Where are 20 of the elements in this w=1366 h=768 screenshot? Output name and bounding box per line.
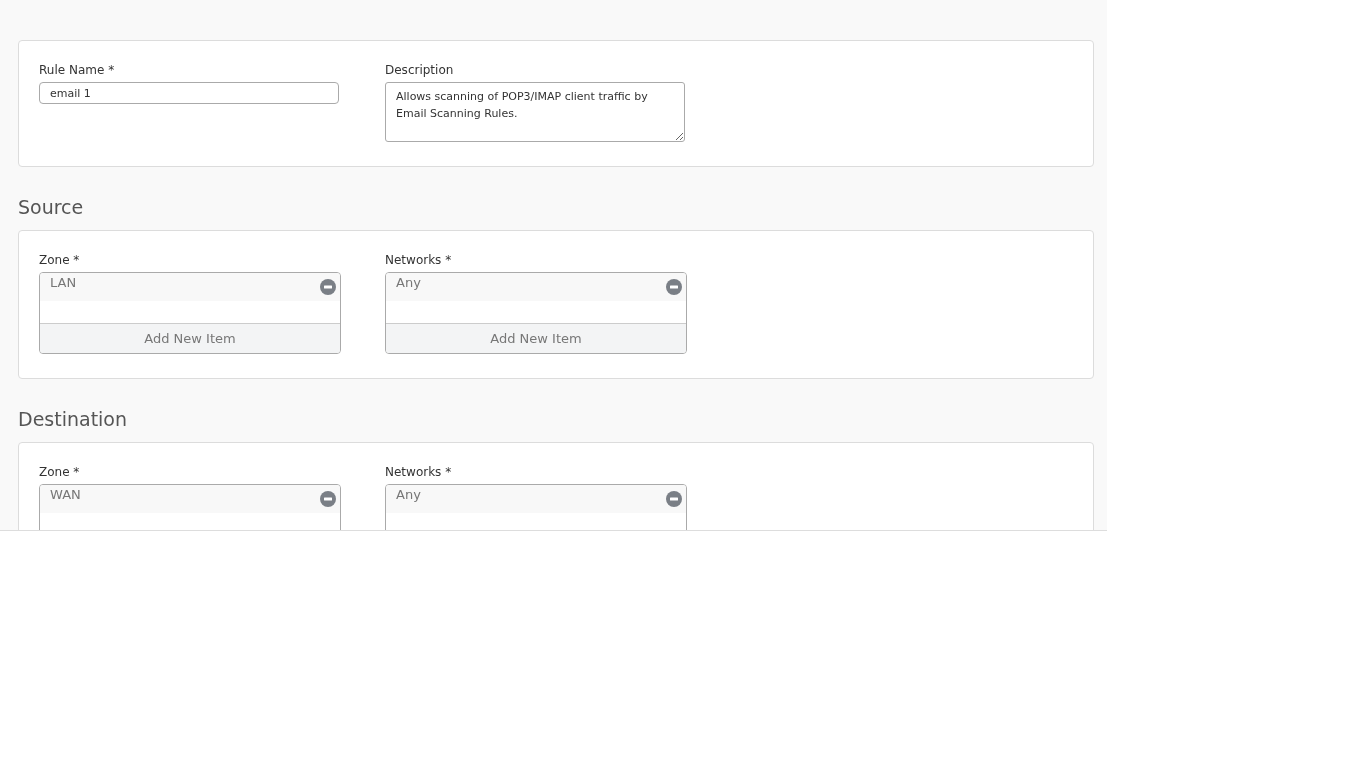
add-item-button[interactable]: Add New Item bbox=[386, 323, 686, 353]
field-label: Networks * bbox=[385, 253, 453, 267]
remove-icon[interactable] bbox=[666, 279, 682, 295]
field-label: Zone * bbox=[39, 465, 81, 479]
remove-icon[interactable] bbox=[666, 491, 682, 507]
field-label: Description bbox=[385, 63, 455, 77]
add-item-button[interactable]: Add New Item bbox=[40, 323, 340, 353]
list-item[interactable]: Any bbox=[386, 273, 686, 301]
rule-name-field[interactable]: email 1 bbox=[39, 82, 339, 104]
list-item[interactable]: Any bbox=[386, 485, 686, 513]
section-heading: Source bbox=[18, 195, 85, 219]
list-item[interactable]: LAN bbox=[40, 273, 340, 301]
section-heading: Destination bbox=[18, 407, 129, 431]
remove-icon[interactable] bbox=[320, 279, 336, 295]
field-label: Rule Name * bbox=[39, 63, 116, 77]
description-field[interactable]: Allows scanning of POP3/IMAP client traffic by Email Scanning Rules. bbox=[385, 82, 685, 142]
field-label: Zone * bbox=[39, 253, 81, 267]
remove-icon[interactable] bbox=[320, 491, 336, 507]
list-item[interactable]: WAN bbox=[40, 485, 340, 513]
field-label: Networks * bbox=[385, 465, 453, 479]
